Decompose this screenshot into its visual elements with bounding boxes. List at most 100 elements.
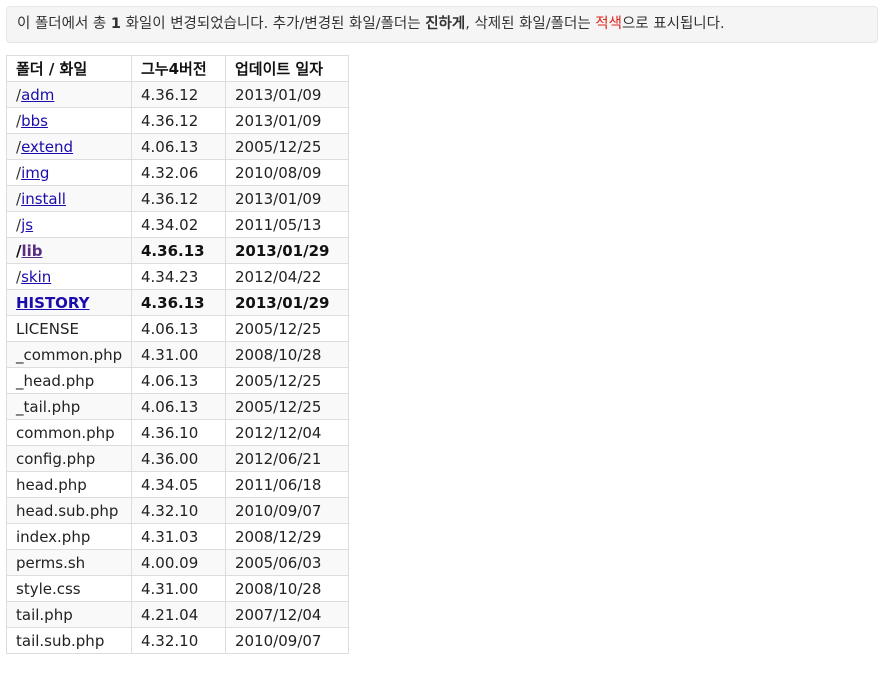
file-name: index.php <box>16 527 91 546</box>
change-notice: 이 폴더에서 총 1 화일이 변경되었습니다. 추가/변경된 화일/폴더는 진하… <box>6 6 878 43</box>
table-row: /extend 4.06.13 2005/12/25 <box>6 133 349 160</box>
folder-link[interactable]: bbs <box>21 112 48 130</box>
folder-link[interactable]: extend <box>21 138 73 156</box>
folder-link[interactable]: lib <box>21 242 42 260</box>
file-name: config.php <box>16 449 96 468</box>
file-name: tail.sub.php <box>16 631 105 650</box>
date-cell: 2005/06/03 <box>225 549 349 576</box>
file-name-cell: common.php <box>6 419 132 446</box>
file-link[interactable]: HISTORY <box>16 294 90 312</box>
version-cell: 4.06.13 <box>131 133 226 160</box>
date-cell: 2005/12/25 <box>225 367 349 394</box>
date-cell: 2011/05/13 <box>225 211 349 238</box>
folder-link[interactable]: adm <box>21 86 54 104</box>
date-cell: 2013/01/09 <box>225 185 349 212</box>
header-folder-file: 폴더 / 화일 <box>6 55 132 82</box>
notice-count: 1 <box>110 16 121 32</box>
table-row: style.css 4.31.00 2008/10/28 <box>6 575 349 602</box>
file-name-cell: LICENSE <box>6 315 132 342</box>
table-row: perms.sh 4.00.09 2005/06/03 <box>6 549 349 576</box>
version-cell: 4.31.00 <box>131 575 226 602</box>
version-cell: 4.06.13 <box>131 393 226 420</box>
date-cell: 2008/10/28 <box>225 575 349 602</box>
date-cell: 2013/01/09 <box>225 107 349 134</box>
notice-text-3: , 삭제된 화일/폴더는 <box>465 16 596 32</box>
file-name: head.php <box>16 475 87 494</box>
file-name: _head.php <box>16 371 95 390</box>
file-name-cell: perms.sh <box>6 549 132 576</box>
header-update-date: 업데이트 일자 <box>225 55 349 82</box>
notice-red-word: 적색 <box>595 16 622 32</box>
table-row: /bbs 4.36.12 2013/01/09 <box>6 107 349 134</box>
notice-text-4: 으로 표시됩니다. <box>621 16 725 32</box>
file-name-cell: _common.php <box>6 341 132 368</box>
notice-text-2: 화일이 변경되었습니다. 추가/변경된 화일/폴더는 <box>120 16 426 32</box>
file-name: tail.php <box>16 605 73 624</box>
version-cell: 4.32.10 <box>131 627 226 654</box>
version-cell: 4.34.05 <box>131 471 226 498</box>
file-name: head.sub.php <box>16 501 119 520</box>
table-row: /lib 4.36.13 2013/01/29 <box>6 237 349 264</box>
file-name-cell: /lib <box>6 237 132 264</box>
version-cell: 4.00.09 <box>131 549 226 576</box>
file-name-cell: head.php <box>6 471 132 498</box>
version-cell: 4.21.04 <box>131 601 226 628</box>
version-cell: 4.36.13 <box>131 289 226 316</box>
version-cell: 4.32.10 <box>131 497 226 524</box>
date-cell: 2012/04/22 <box>225 263 349 290</box>
date-cell: 2013/01/29 <box>225 237 349 264</box>
version-cell: 4.36.12 <box>131 185 226 212</box>
version-cell: 4.36.13 <box>131 237 226 264</box>
version-cell: 4.34.02 <box>131 211 226 238</box>
folder-link[interactable]: skin <box>21 268 51 286</box>
date-cell: 2008/12/29 <box>225 523 349 550</box>
version-cell: 4.06.13 <box>131 315 226 342</box>
header-version: 그누4버전 <box>131 55 226 82</box>
file-name-cell: config.php <box>6 445 132 472</box>
date-cell: 2008/10/28 <box>225 341 349 368</box>
file-name-cell: HISTORY <box>6 289 132 316</box>
version-cell: 4.34.23 <box>131 263 226 290</box>
table-header-row: 폴더 / 화일 그누4버전 업데이트 일자 <box>6 55 349 82</box>
table-row: index.php 4.31.03 2008/12/29 <box>6 523 349 550</box>
table-row: /skin 4.34.23 2012/04/22 <box>6 263 349 290</box>
notice-bold-word: 진하게 <box>425 16 466 32</box>
file-name: LICENSE <box>16 319 79 338</box>
version-cell: 4.32.06 <box>131 159 226 186</box>
file-table-body: /adm 4.36.12 2013/01/09/bbs 4.36.12 2013/01/… <box>6 81 349 654</box>
date-cell: 2010/09/07 <box>225 627 349 654</box>
date-cell: 2012/06/21 <box>225 445 349 472</box>
folder-link[interactable]: img <box>21 164 49 182</box>
date-cell: 2010/09/07 <box>225 497 349 524</box>
date-cell: 2010/08/09 <box>225 159 349 186</box>
file-name-cell: tail.php <box>6 601 132 628</box>
version-cell: 4.31.00 <box>131 341 226 368</box>
table-row: /install 4.36.12 2013/01/09 <box>6 185 349 212</box>
table-row: _common.php 4.31.00 2008/10/28 <box>6 341 349 368</box>
folder-link[interactable]: install <box>21 190 66 208</box>
file-name-cell: /extend <box>6 133 132 160</box>
file-name-cell: /bbs <box>6 107 132 134</box>
table-row: /js 4.34.02 2011/05/13 <box>6 211 349 238</box>
file-name-cell: /img <box>6 159 132 186</box>
file-name-cell: index.php <box>6 523 132 550</box>
file-name: perms.sh <box>16 553 86 572</box>
table-row: /adm 4.36.12 2013/01/09 <box>6 81 349 108</box>
file-name: _common.php <box>16 345 123 364</box>
table-row: head.php 4.34.05 2011/06/18 <box>6 471 349 498</box>
file-name-cell: /skin <box>6 263 132 290</box>
date-cell: 2013/01/09 <box>225 81 349 108</box>
version-cell: 4.31.03 <box>131 523 226 550</box>
table-row: _tail.php 4.06.13 2005/12/25 <box>6 393 349 420</box>
file-name-cell: _tail.php <box>6 393 132 420</box>
file-name: common.php <box>16 423 115 442</box>
file-table: 폴더 / 화일 그누4버전 업데이트 일자 /adm 4.36.12 2013/01… <box>6 55 349 654</box>
table-row: common.php 4.36.10 2012/12/04 <box>6 419 349 446</box>
date-cell: 2005/12/25 <box>225 393 349 420</box>
file-name-cell: style.css <box>6 575 132 602</box>
file-name-cell: /adm <box>6 81 132 108</box>
folder-link[interactable]: js <box>21 216 33 234</box>
date-cell: 2007/12/04 <box>225 601 349 628</box>
version-cell: 4.36.00 <box>131 445 226 472</box>
version-cell: 4.06.13 <box>131 367 226 394</box>
